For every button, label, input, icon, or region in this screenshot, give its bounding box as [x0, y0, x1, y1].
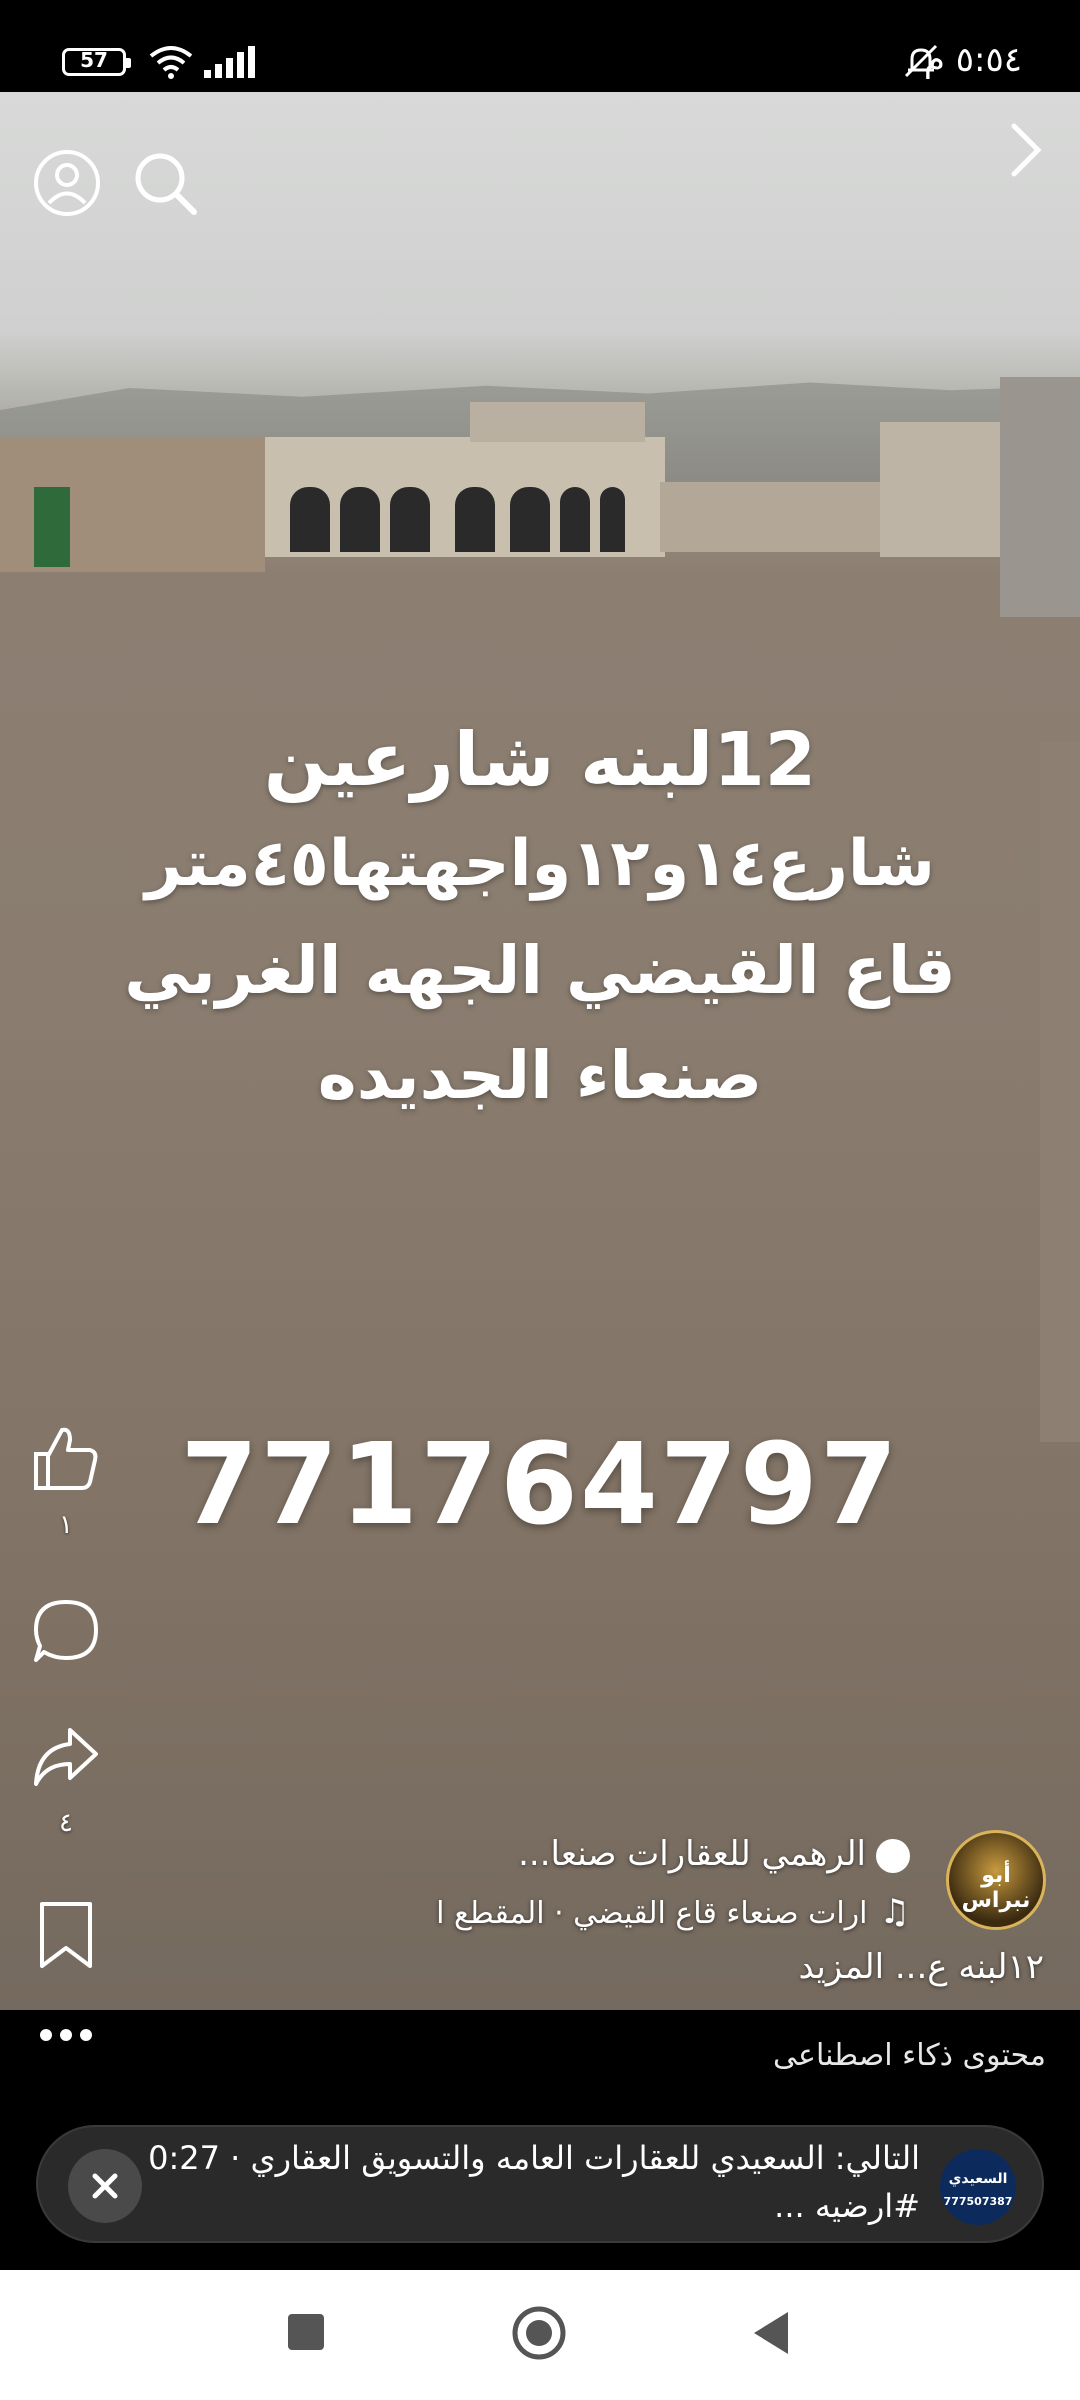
audio-row[interactable]: ♫ ارات صنعاء قاع القيضي · المقطع ا: [436, 1892, 910, 1932]
like-count: ١: [59, 1510, 73, 1540]
close-button[interactable]: [68, 2149, 142, 2223]
scene-wall: [1040, 742, 1080, 1442]
signal-icon: [204, 46, 255, 78]
overlay-phone-number: 771764797: [180, 1420, 900, 1550]
battery-level: 57: [80, 48, 108, 72]
globe-icon: [876, 1838, 910, 1873]
scene-building: [470, 402, 645, 442]
overlay-line-4: صنعاء الجديده: [317, 1037, 763, 1114]
avatar-text: أبو نبراس: [961, 1863, 1031, 1913]
up-next-title: التالي: السعيدي للعقارات العامه والتسويق…: [148, 2139, 920, 2177]
video-caption[interactable]: ١٢لبنه ع... المزيد: [799, 1947, 1045, 1987]
wifi-icon: [149, 46, 193, 79]
scene-wall: [1000, 377, 1080, 617]
scene-arch: [290, 487, 330, 552]
up-next-thumb-phone: 777507387: [943, 2195, 1013, 2208]
scene-building: [880, 422, 1000, 557]
back-icon[interactable]: [752, 2310, 792, 2356]
scene-building: [34, 487, 70, 567]
video-player[interactable]: 12لبنه شارعين شارع١٤و١٢واجهتها٤٥متر قاع …: [0, 92, 1080, 2010]
up-next-card[interactable]: التالي: السعيدي للعقارات العامه والتسويق…: [36, 2125, 1044, 2243]
status-bar: 57 ٥:٥٤ م: [0, 0, 1080, 92]
up-next-thumbnail: السعيدي 777507387: [940, 2149, 1016, 2225]
ai-content-label: محتوى ذكاء اصطناعى: [773, 2038, 1046, 2073]
home-icon[interactable]: [510, 2304, 568, 2362]
share-count: ٤: [59, 1808, 73, 1838]
music-icon: ♫: [879, 1892, 910, 1932]
scene-arch: [600, 487, 625, 552]
up-next-subtitle: #ارضيه ...: [774, 2187, 920, 2225]
scene-arch: [340, 487, 380, 552]
channel-name: الرهمي للعقارات صنعا...: [518, 1834, 866, 1874]
scene-arch: [510, 487, 550, 552]
scene-building: [660, 482, 880, 552]
chevron-right-icon[interactable]: [1006, 120, 1046, 180]
channel-name-row[interactable]: الرهمي للعقارات صنعا...: [518, 1834, 910, 1874]
channel-avatar[interactable]: أبو نبراس: [946, 1830, 1046, 1930]
scene-arch: [455, 487, 495, 552]
search-icon[interactable]: [130, 148, 200, 218]
share-icon[interactable]: [30, 1722, 102, 1794]
clock: ٥:٥٤ م: [923, 40, 1022, 80]
scene-arch: [560, 487, 590, 552]
overlay-line-3: قاع القيضي الجهه الغربي: [124, 932, 956, 1009]
profile-icon[interactable]: [32, 148, 102, 218]
overlay-line-1: 12لبنه شارعين: [263, 717, 817, 803]
comment-icon[interactable]: [30, 1596, 102, 1668]
audio-title: ارات صنعاء قاع القيضي · المقطع ا: [436, 1896, 868, 1931]
more-options-icon[interactable]: [38, 2025, 94, 2045]
up-next-thumb-name: السعيدي: [948, 2171, 1008, 2187]
navigation-bar: [0, 2270, 1080, 2400]
close-icon: [92, 2173, 118, 2199]
bookmark-icon[interactable]: [36, 1900, 96, 1972]
battery-icon: 57: [62, 48, 131, 76]
like-icon[interactable]: [30, 1422, 102, 1494]
overlay-line-2: شارع١٤و١٢واجهتها٤٥متر: [145, 827, 935, 901]
recents-icon[interactable]: [286, 2312, 326, 2352]
scene-arch: [390, 487, 430, 552]
